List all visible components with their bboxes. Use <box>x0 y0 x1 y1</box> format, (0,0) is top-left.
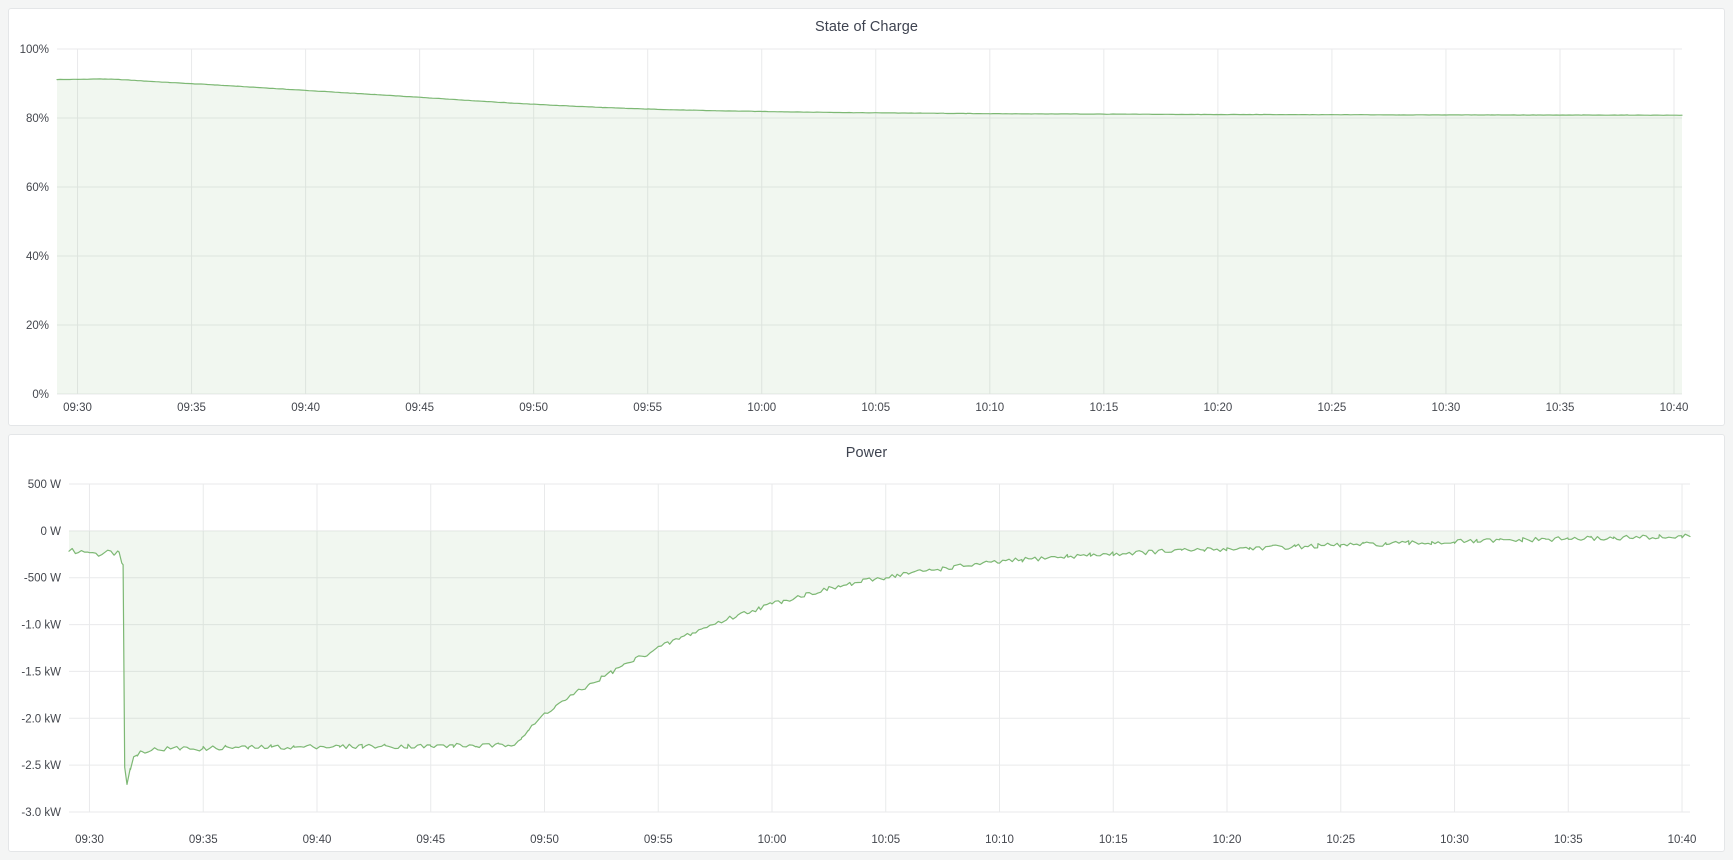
x-tick-label: 10:30 <box>1440 834 1469 846</box>
x-tick-label: 09:35 <box>177 402 206 414</box>
x-tick-label: 10:05 <box>871 834 900 846</box>
panel-power: Power 500 W 0 W -500 W -1.0 kW -1.5 kW -2.0 k… <box>8 434 1725 852</box>
x-tick-label: 09:50 <box>519 402 548 414</box>
dashboard: State of Charge 100%80%60%40%20%0%09:300… <box>0 0 1733 860</box>
x-axis-labels: 09:30 09:35 09:40 09:45 09:50 09:55 10:00 10:05… <box>63 402 1688 414</box>
y-tick-label: 80% <box>26 113 49 125</box>
x-tick-label: 10:35 <box>1546 402 1575 414</box>
y-tick-label: 20% <box>26 320 49 332</box>
state-of-charge-chart-plot[interactable]: 100%80%60%40%20%0%09:3009:3509:4009:4509… <box>9 9 1724 425</box>
x-tick-label: 09:55 <box>633 402 662 414</box>
y-tick-label: -500 W <box>24 573 61 585</box>
y-tick-label: -1.0 kW <box>21 620 61 632</box>
x-tick-label: 10:10 <box>975 402 1004 414</box>
x-tick-label: 10:00 <box>747 402 776 414</box>
x-tick-label: 10:10 <box>985 834 1014 846</box>
panel-title-state-of-charge[interactable]: State of Charge <box>9 19 1724 35</box>
power-chart-plot[interactable]: 500 W 0 W -500 W -1.0 kW -1.5 kW -2.0 kW -2.5 … <box>9 435 1724 851</box>
panel-title-power[interactable]: Power <box>9 445 1724 461</box>
panel-state-of-charge: State of Charge 100%80%60%40%20%0%09:300… <box>8 8 1725 426</box>
y-tick-label: -3.0 kW <box>21 807 61 819</box>
x-tick-label: 09:55 <box>644 834 673 846</box>
x-tick-label: 10:15 <box>1099 834 1128 846</box>
x-tick-label: 10:40 <box>1660 402 1689 414</box>
x-tick-label: 10:05 <box>861 402 890 414</box>
x-tick-label: 09:35 <box>189 834 218 846</box>
y-tick-label: 0 W <box>41 526 62 538</box>
x-tick-label: 10:15 <box>1089 402 1118 414</box>
y-tick-label: 100% <box>20 44 49 56</box>
x-tick-label: 09:40 <box>303 834 332 846</box>
x-axis-labels: 09:30 09:35 09:40 09:45 09:50 09:55 10:00 10:05… <box>75 834 1696 846</box>
x-tick-label: 09:30 <box>75 834 104 846</box>
y-tick-label: 0% <box>32 389 49 401</box>
y-tick-label: -1.5 kW <box>21 666 61 678</box>
x-tick-label: 10:40 <box>1668 834 1697 846</box>
x-tick-label: 09:30 <box>63 402 92 414</box>
x-tick-label: 09:45 <box>416 834 445 846</box>
x-tick-label: 09:40 <box>291 402 320 414</box>
x-tick-label: 10:25 <box>1326 834 1355 846</box>
y-tick-label: 500 W <box>28 479 61 491</box>
y-axis-labels: 100% 80% 60% 40% 20% 0% <box>20 44 49 401</box>
x-tick-label: 10:20 <box>1203 402 1232 414</box>
y-tick-label: -2.5 kW <box>21 760 61 772</box>
x-tick-label: 10:35 <box>1554 834 1583 846</box>
x-tick-label: 10:20 <box>1213 834 1242 846</box>
series-fill <box>57 79 1682 394</box>
y-tick-label: -2.0 kW <box>21 713 61 725</box>
x-tick-label: 09:50 <box>530 834 559 846</box>
x-tick-label: 10:25 <box>1318 402 1347 414</box>
y-axis-labels: 500 W 0 W -500 W -1.0 kW -1.5 kW -2.0 kW -2.5 … <box>21 479 61 819</box>
x-tick-label: 10:30 <box>1432 402 1461 414</box>
x-tick-label: 10:00 <box>758 834 787 846</box>
y-tick-label: 40% <box>26 251 49 263</box>
x-tick-label: 09:45 <box>405 402 434 414</box>
y-tick-label: 60% <box>26 182 49 194</box>
